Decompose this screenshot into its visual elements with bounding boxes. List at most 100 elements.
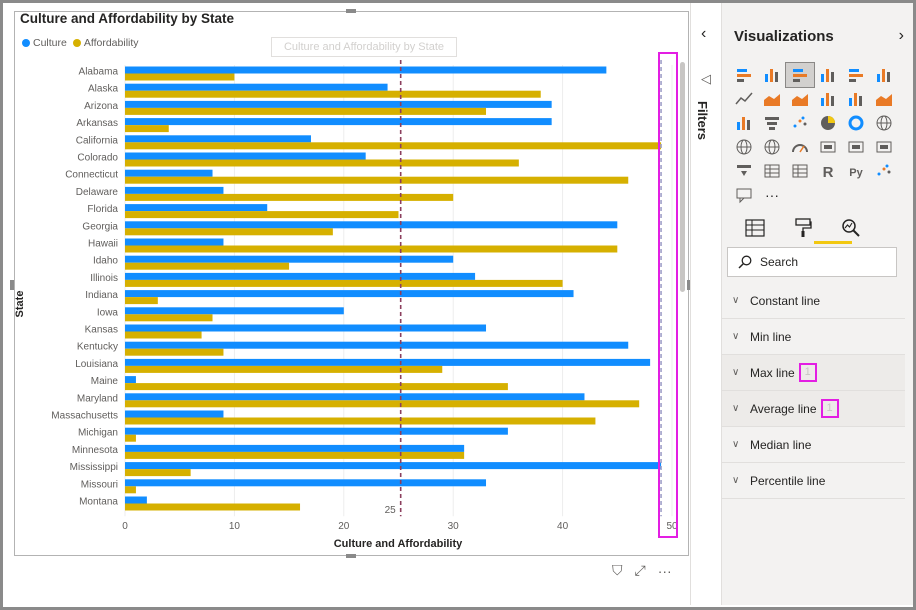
format-paint-roller-icon[interactable] — [790, 215, 816, 241]
bar-affordability-illinois[interactable] — [125, 279, 563, 287]
bar-culture-montana[interactable] — [125, 496, 147, 504]
bar-affordability-florida[interactable] — [125, 211, 399, 219]
bar-affordability-kentucky[interactable] — [125, 348, 224, 356]
map-icon[interactable] — [730, 135, 758, 159]
bar-culture-louisiana[interactable] — [125, 358, 651, 366]
slicer-icon[interactable] — [730, 159, 758, 183]
matrix-icon[interactable] — [786, 159, 814, 183]
line-and-clustered-column-chart-icon[interactable] — [842, 87, 870, 111]
bar-affordability-iowa[interactable] — [125, 314, 213, 322]
bar-affordability-idaho[interactable] — [125, 262, 290, 270]
bar-culture-alaska[interactable] — [125, 83, 388, 91]
bar-culture-delaware[interactable] — [125, 186, 224, 194]
analytics-search-input[interactable]: Search — [727, 247, 897, 277]
bar-affordability-georgia[interactable] — [125, 228, 333, 236]
more-options-icon[interactable]: ··· — [658, 563, 672, 579]
line-and-column-chart-icon[interactable] — [814, 87, 842, 111]
clustered-bar-chart-icon[interactable] — [785, 62, 815, 88]
bar-affordability-indiana[interactable] — [125, 297, 158, 305]
kpi-icon[interactable] — [870, 135, 898, 159]
bar-culture-florida[interactable] — [125, 204, 268, 212]
legend-item-culture[interactable]: Culture — [22, 37, 67, 49]
bar-affordability-california[interactable] — [125, 142, 662, 150]
bar-affordability-arizona[interactable] — [125, 107, 487, 115]
resize-handle-bottom[interactable] — [346, 554, 356, 558]
chevron-left-icon[interactable]: ‹ — [701, 25, 706, 43]
bar-culture-iowa[interactable] — [125, 307, 344, 315]
area-chart-icon[interactable] — [758, 87, 786, 111]
focus-mode-icon[interactable]: ⤢ — [635, 562, 646, 579]
line-chart-icon[interactable] — [730, 87, 758, 111]
bar-culture-massachusetts[interactable] — [125, 410, 224, 418]
resize-handle-top[interactable] — [346, 9, 356, 13]
bar-culture-kentucky[interactable] — [125, 341, 629, 349]
more-visuals-icon[interactable]: ··· — [758, 183, 786, 207]
stacked-column-chart-icon[interactable] — [758, 63, 786, 87]
bar-affordability-massachusetts[interactable] — [125, 417, 596, 425]
bar-affordability-louisiana[interactable] — [125, 365, 443, 373]
filters-pane[interactable]: ‹ ◁ Filters — [690, 3, 722, 605]
multi-row-card-icon[interactable] — [842, 135, 870, 159]
ribbon-chart-icon[interactable] — [870, 87, 898, 111]
chart-scrollbar[interactable] — [680, 62, 686, 292]
donut-chart-icon[interactable] — [842, 111, 870, 135]
bar-affordability-minnesota[interactable] — [125, 451, 465, 459]
analytics-percentile-line[interactable]: ∨ Percentile line — [722, 463, 905, 499]
analytics-average-line[interactable]: ∨ Average line 1 — [722, 391, 905, 427]
bar-culture-minnesota[interactable] — [125, 444, 465, 452]
analytics-min-line[interactable]: ∨ Min line — [722, 319, 905, 355]
bar-affordability-delaware[interactable] — [125, 193, 454, 201]
bar-culture-georgia[interactable] — [125, 221, 618, 229]
bar-culture-idaho[interactable] — [125, 255, 454, 263]
filter-pane-icon[interactable]: ◁ — [701, 71, 711, 87]
scrollbar-thumb[interactable] — [680, 62, 685, 292]
card-icon[interactable] — [814, 135, 842, 159]
gauge-icon[interactable] — [786, 135, 814, 159]
chevron-right-icon[interactable]: › — [899, 27, 904, 45]
bar-culture-alabama[interactable] — [125, 66, 607, 74]
100-stacked-column-chart-icon[interactable] — [870, 63, 898, 87]
analytics-magnifier-icon[interactable] — [838, 215, 864, 241]
bar-culture-indiana[interactable] — [125, 290, 574, 298]
bar-culture-hawaii[interactable] — [125, 238, 224, 246]
filters-label[interactable]: Filters — [695, 101, 710, 140]
treemap-icon[interactable] — [870, 111, 898, 135]
bar-culture-mississippi[interactable] — [125, 462, 662, 470]
bar-culture-michigan[interactable] — [125, 427, 508, 435]
legend-item-affordability[interactable]: Affordability — [72, 37, 139, 49]
bar-affordability-alaska[interactable] — [125, 90, 541, 98]
python-visual-icon[interactable]: Py — [842, 159, 870, 183]
analytics-median-line[interactable]: ∨ Median line — [722, 427, 905, 463]
bar-culture-maryland[interactable] — [125, 393, 585, 401]
fields-tab-icon[interactable] — [742, 215, 768, 241]
table-icon[interactable] — [758, 159, 786, 183]
analytics-max-line[interactable]: ∨ Max line 1 — [722, 355, 905, 391]
qa-visual-icon[interactable] — [730, 183, 758, 207]
funnel-chart-icon[interactable] — [758, 111, 786, 135]
bar-culture-missouri[interactable] — [125, 479, 487, 487]
bar-affordability-maine[interactable] — [125, 383, 508, 391]
bar-culture-arkansas[interactable] — [125, 118, 552, 126]
clustered-column-chart-icon[interactable] — [814, 63, 842, 87]
pie-chart-icon[interactable] — [814, 111, 842, 135]
bar-culture-illinois[interactable] — [125, 272, 476, 280]
bar-affordability-arkansas[interactable] — [125, 125, 169, 133]
bar-affordability-alabama[interactable] — [125, 73, 235, 81]
filled-map-icon[interactable] — [758, 135, 786, 159]
bar-affordability-colorado[interactable] — [125, 159, 519, 167]
filter-icon[interactable]: ⛉ — [612, 562, 623, 579]
r-visual-icon[interactable]: R — [814, 159, 842, 183]
scatter-chart-icon[interactable] — [786, 111, 814, 135]
100-stacked-bar-chart-icon[interactable] — [842, 63, 870, 87]
waterfall-chart-icon[interactable] — [730, 111, 758, 135]
bar-culture-colorado[interactable] — [125, 152, 366, 160]
bar-affordability-michigan[interactable] — [125, 434, 136, 442]
analytics-constant-line[interactable]: ∨ Constant line — [722, 283, 905, 319]
bar-affordability-maryland[interactable] — [125, 400, 640, 408]
key-influencers-icon[interactable] — [870, 159, 898, 183]
bar-culture-arizona[interactable] — [125, 100, 552, 108]
bar-affordability-kansas[interactable] — [125, 331, 202, 339]
stacked-bar-chart-icon[interactable] — [730, 63, 758, 87]
bar-culture-maine[interactable] — [125, 376, 136, 384]
stacked-area-chart-icon[interactable] — [786, 87, 814, 111]
